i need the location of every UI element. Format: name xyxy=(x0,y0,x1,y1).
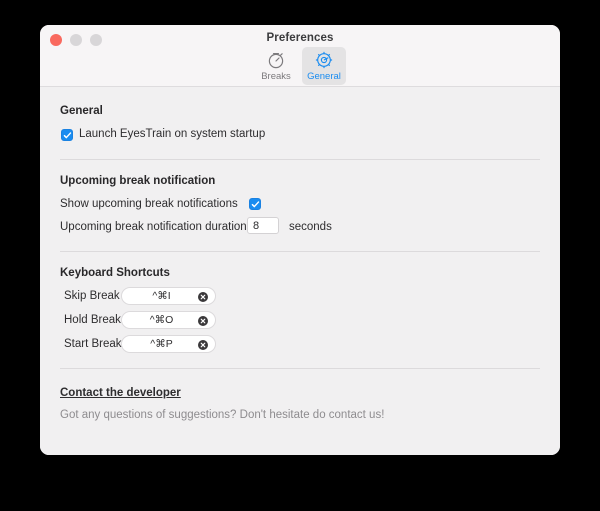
tab-general[interactable]: General xyxy=(302,47,346,85)
tab-breaks-label: Breaks xyxy=(261,71,291,82)
skip-break-label: Skip Break xyxy=(64,290,120,302)
contact-developer-link[interactable]: Contact the developer xyxy=(60,387,181,399)
duration-input[interactable]: 8 xyxy=(247,217,279,234)
duration-unit-label: seconds xyxy=(289,221,332,233)
start-break-shortcut-value: ^⌘P xyxy=(150,338,173,350)
start-break-shortcut-field[interactable]: ^⌘P xyxy=(121,335,216,353)
skip-break-clear-icon[interactable] xyxy=(198,292,208,302)
tab-breaks[interactable]: Breaks xyxy=(254,47,298,85)
launch-startup-checkbox[interactable] xyxy=(61,129,73,141)
preferences-window: Preferences Breaks General General Launc… xyxy=(40,25,560,455)
footer-subtext: Got any questions of suggestions? Don't … xyxy=(60,409,385,421)
preferences-content: General Launch EyesTrain on system start… xyxy=(40,87,560,455)
timer-icon xyxy=(266,50,286,70)
hold-break-shortcut-field[interactable]: ^⌘O xyxy=(121,311,216,329)
hold-break-clear-icon[interactable] xyxy=(198,316,208,326)
skip-break-shortcut-field[interactable]: ^⌘I xyxy=(121,287,216,305)
launch-startup-label: Launch EyesTrain on system startup xyxy=(79,128,266,140)
window-title: Preferences xyxy=(266,32,334,44)
hold-break-shortcut-value: ^⌘O xyxy=(149,314,174,326)
shortcuts-section-heading: Keyboard Shortcuts xyxy=(60,267,170,279)
general-section-heading: General xyxy=(60,105,103,117)
start-break-label: Start Break xyxy=(64,338,122,350)
divider-general xyxy=(60,159,540,160)
gear-icon xyxy=(314,50,334,70)
skip-break-shortcut-value: ^⌘I xyxy=(152,290,171,302)
hold-break-label: Hold Break xyxy=(64,314,121,326)
notification-section-heading: Upcoming break notification xyxy=(60,175,216,187)
tab-general-label: General xyxy=(307,71,341,82)
toolbar-tabs: Breaks General xyxy=(40,47,560,85)
show-notifications-checkbox[interactable] xyxy=(249,198,261,210)
show-notifications-label: Show upcoming break notifications xyxy=(60,198,238,210)
divider-notification xyxy=(60,251,540,252)
start-break-clear-icon[interactable] xyxy=(198,340,208,350)
divider-shortcuts xyxy=(60,368,540,369)
window-titlebar: Preferences Breaks General xyxy=(40,25,560,87)
duration-label: Upcoming break notification duration xyxy=(60,221,247,233)
